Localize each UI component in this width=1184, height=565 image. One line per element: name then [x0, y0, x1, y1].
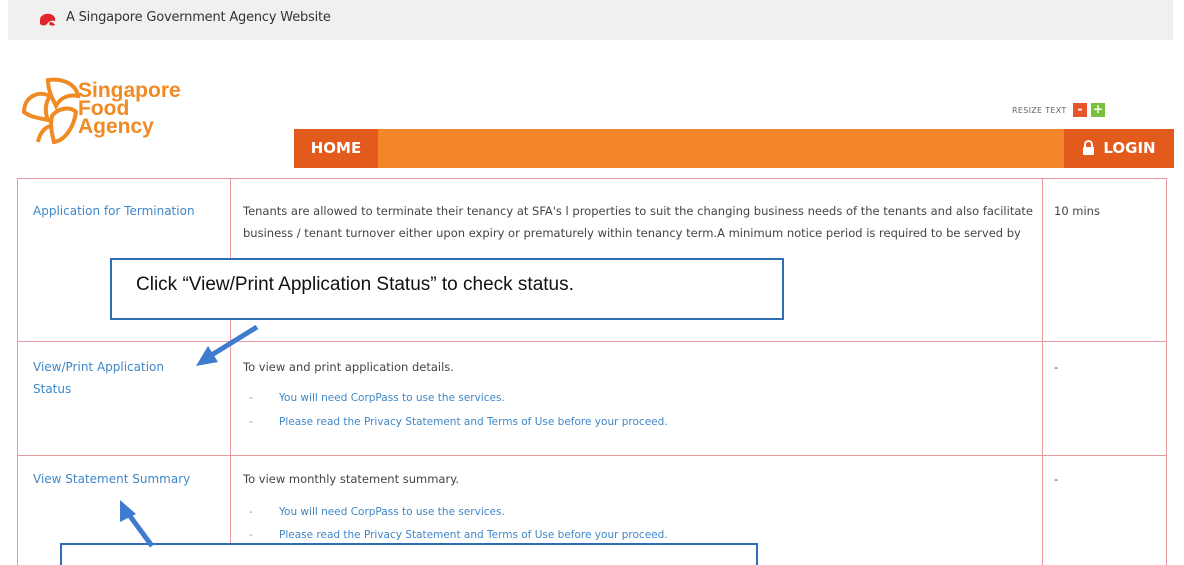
table-divider	[230, 178, 231, 565]
corppass-note[interactable]: - You will need CorpPass to use the servi…	[249, 501, 505, 523]
resize-text-label: RESIZE TEXT	[1012, 106, 1067, 115]
corppass-note[interactable]: - You will need CorpPass to use the servi…	[249, 387, 505, 409]
view-print-description: To view and print application details.	[243, 360, 454, 374]
callout-box-top: Click “View/Print Application Status” to…	[110, 258, 784, 320]
services-table: Application for Termination Tenants are …	[17, 178, 1167, 565]
statement-description: To view monthly statement summary.	[243, 472, 460, 486]
increase-text-button[interactable]: +	[1091, 103, 1105, 117]
corppass-note-text: You will need CorpPass to use the servic…	[279, 506, 505, 518]
sfa-logo-text: Singapore Food Agency	[78, 80, 181, 138]
callout-box-bottom	[60, 543, 758, 565]
lock-icon	[1083, 140, 1095, 155]
logo-line-3: Agency	[78, 115, 154, 138]
login-button[interactable]: LOGIN	[1064, 129, 1174, 168]
gov-banner: A Singapore Government Agency Website	[8, 0, 1173, 40]
table-divider	[17, 178, 1167, 179]
statement-time: -	[1054, 472, 1059, 486]
table-divider	[17, 341, 1167, 342]
lion-head-icon	[40, 13, 56, 26]
privacy-note-text: Please read the Privacy Statement and Te…	[279, 416, 668, 428]
home-nav-button[interactable]: HOME	[294, 129, 378, 168]
termination-time: 10 mins	[1054, 204, 1100, 218]
view-print-link-line-1: View/Print Application	[33, 360, 164, 374]
callout-text-top: Click “View/Print Application Status” to…	[136, 274, 574, 295]
corppass-note-text: You will need CorpPass to use the servic…	[279, 392, 505, 404]
login-label: LOGIN	[1103, 139, 1156, 157]
view-print-link-line-2: Status	[33, 382, 72, 396]
list-bullet: -	[249, 392, 253, 404]
list-bullet: -	[249, 506, 253, 518]
decrease-text-button[interactable]: -	[1073, 103, 1087, 117]
table-divider	[1042, 178, 1043, 565]
table-divider	[17, 455, 1167, 456]
table-divider	[1166, 178, 1167, 565]
privacy-note[interactable]: - Please read the Privacy Statement and T…	[249, 411, 668, 433]
view-print-application-status-link[interactable]: View/Print Application Status	[33, 356, 213, 400]
list-bullet: -	[249, 416, 253, 428]
privacy-note-text: Please read the Privacy Statement and Te…	[279, 529, 668, 541]
gov-banner-text: A Singapore Government Agency Website	[66, 10, 331, 25]
main-navbar: HOME LOGIN	[294, 129, 1174, 168]
application-for-termination-link[interactable]: Application for Termination	[33, 200, 195, 222]
view-statement-summary-link[interactable]: View Statement Summary	[33, 468, 190, 490]
view-print-time: -	[1054, 360, 1059, 374]
termination-description: Tenants are allowed to terminate their t…	[243, 204, 1033, 240]
table-divider	[17, 178, 18, 565]
